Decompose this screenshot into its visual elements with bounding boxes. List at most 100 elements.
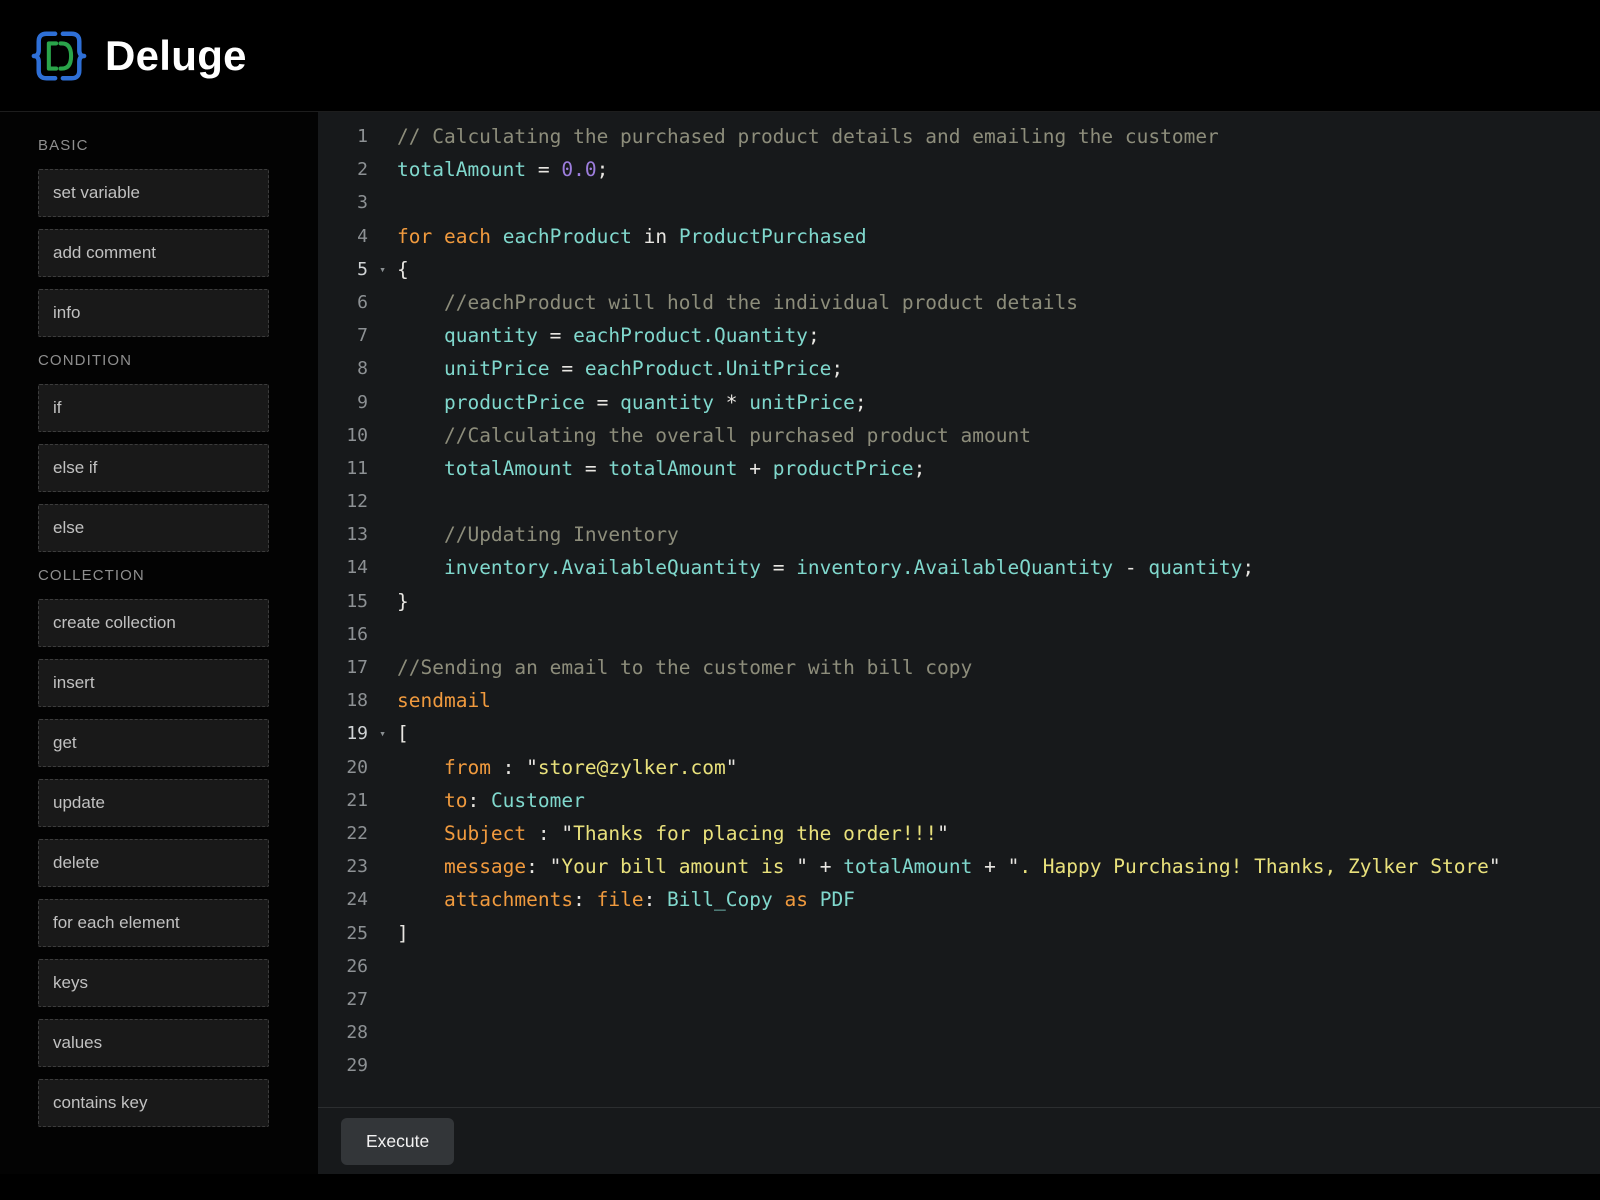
sidebar-item-set-variable[interactable]: set variable — [38, 169, 269, 217]
token-op — [773, 888, 785, 911]
token-op — [397, 789, 444, 812]
token-q: " — [726, 756, 738, 779]
fold-gutter — [368, 153, 397, 186]
line-number: 28 — [318, 1016, 368, 1049]
app-title: Deluge — [105, 32, 247, 80]
token-id: unitPrice — [749, 391, 855, 414]
fold-toggle-icon[interactable]: ▾ — [368, 253, 397, 286]
token-kw: from — [444, 756, 491, 779]
token-q: " — [550, 855, 562, 878]
fold-gutter — [368, 120, 397, 153]
token-id: totalAmount — [843, 855, 972, 878]
code-area[interactable]: 1// Calculating the purchased product de… — [318, 112, 1600, 1107]
sidebar-item-delete[interactable]: delete — [38, 839, 269, 887]
line-number: 16 — [318, 618, 368, 651]
token-kw: file — [597, 888, 644, 911]
fold-gutter — [368, 983, 397, 1016]
fold-gutter — [368, 551, 397, 584]
token-op — [432, 225, 444, 248]
token-op: = — [526, 158, 561, 181]
fold-gutter — [368, 684, 397, 717]
code-text: [ — [397, 717, 409, 750]
deluge-logo-icon — [30, 27, 88, 85]
code-text: quantity = eachProduct.Quantity; — [397, 319, 820, 352]
token-op: ; — [597, 158, 609, 181]
code-line: 29 — [318, 1049, 1600, 1082]
sidebar-item-create-collection[interactable]: create collection — [38, 599, 269, 647]
sidebar-item-values[interactable]: values — [38, 1019, 269, 1067]
code-line: 15} — [318, 585, 1600, 618]
token-op: ; — [808, 324, 820, 347]
token-kw: sendmail — [397, 689, 491, 712]
code-text: //Calculating the overall purchased prod… — [397, 419, 1031, 452]
fold-gutter — [368, 917, 397, 950]
token-com: //eachProduct will hold the individual p… — [444, 291, 1078, 314]
token-op: : — [526, 855, 549, 878]
sidebar-item-contains-key[interactable]: contains key — [38, 1079, 269, 1127]
token-op: [ — [397, 722, 409, 745]
line-number: 2 — [318, 153, 368, 186]
token-id: eachProduct — [503, 225, 632, 248]
code-text: //eachProduct will hold the individual p… — [397, 286, 1078, 319]
line-number: 8 — [318, 352, 368, 385]
code-line: 9 productPrice = quantity * unitPrice; — [318, 386, 1600, 419]
sidebar-item-get[interactable]: get — [38, 719, 269, 767]
code-text: inventory.AvailableQuantity = inventory.… — [397, 551, 1254, 584]
sidebar-item-for-each-element[interactable]: for each element — [38, 899, 269, 947]
code-line: 5▾{ — [318, 253, 1600, 286]
code-text: message: "Your bill amount is " + totalA… — [397, 850, 1501, 883]
fold-toggle-icon[interactable]: ▾ — [368, 717, 397, 750]
token-id: inventory.AvailableQuantity — [444, 556, 761, 579]
line-number: 19 — [318, 717, 368, 750]
sidebar-item-else[interactable]: else — [38, 504, 269, 552]
token-id: Bill_Copy — [667, 888, 773, 911]
code-line: 1// Calculating the purchased product de… — [318, 120, 1600, 153]
fold-gutter — [368, 419, 397, 452]
code-text: ] — [397, 917, 409, 950]
token-op: = — [573, 457, 608, 480]
sidebar-item-add-comment[interactable]: add comment — [38, 229, 269, 277]
token-op — [808, 888, 820, 911]
token-op — [397, 756, 444, 779]
line-number: 5 — [318, 253, 368, 286]
token-op: ; — [1242, 556, 1254, 579]
token-com: // Calculating the purchased product det… — [397, 125, 1219, 148]
token-str: . Happy Purchasing! Thanks, Zylker Store — [1019, 855, 1489, 878]
fold-gutter — [368, 651, 397, 684]
code-line: 18 sendmail — [318, 684, 1600, 717]
token-op — [397, 424, 444, 447]
line-number: 18 — [318, 684, 368, 717]
token-id: quantity — [620, 391, 714, 414]
sidebar-item-update[interactable]: update — [38, 779, 269, 827]
token-op: = — [585, 391, 620, 414]
fold-gutter — [368, 1049, 397, 1082]
execute-button[interactable]: Execute — [341, 1118, 454, 1165]
sidebar-item-else-if[interactable]: else if — [38, 444, 269, 492]
sidebar-item-info[interactable]: info — [38, 289, 269, 337]
token-q: " — [1008, 855, 1020, 878]
code-line: 23 message: "Your bill amount is " + tot… — [318, 850, 1600, 883]
code-text: unitPrice = eachProduct.UnitPrice; — [397, 352, 843, 385]
token-id: inventory.AvailableQuantity — [796, 556, 1113, 579]
sidebar-item-keys[interactable]: keys — [38, 959, 269, 1007]
token-id: totalAmount — [608, 457, 737, 480]
code-text: //Sending an email to the customer with … — [397, 651, 972, 684]
sidebar-section-title: BASIC — [38, 137, 318, 154]
token-op — [397, 324, 444, 347]
token-op: : — [573, 888, 596, 911]
fold-gutter — [368, 751, 397, 784]
token-id: eachProduct.Quantity — [573, 324, 808, 347]
token-op — [397, 822, 444, 845]
fold-gutter — [368, 220, 397, 253]
code-line: 20 from : "store@zylker.com" — [318, 751, 1600, 784]
code-text: from : "store@zylker.com" — [397, 751, 738, 784]
code-line: 26 — [318, 950, 1600, 983]
fold-gutter — [368, 618, 397, 651]
sidebar-section-title: COLLECTION — [38, 567, 318, 584]
sidebar-item-if[interactable]: if — [38, 384, 269, 432]
code-line: 22 Subject : "Thanks for placing the ord… — [318, 817, 1600, 850]
line-number: 11 — [318, 452, 368, 485]
sidebar-item-insert[interactable]: insert — [38, 659, 269, 707]
token-op: * — [714, 391, 749, 414]
code-line: 7 quantity = eachProduct.Quantity; — [318, 319, 1600, 352]
